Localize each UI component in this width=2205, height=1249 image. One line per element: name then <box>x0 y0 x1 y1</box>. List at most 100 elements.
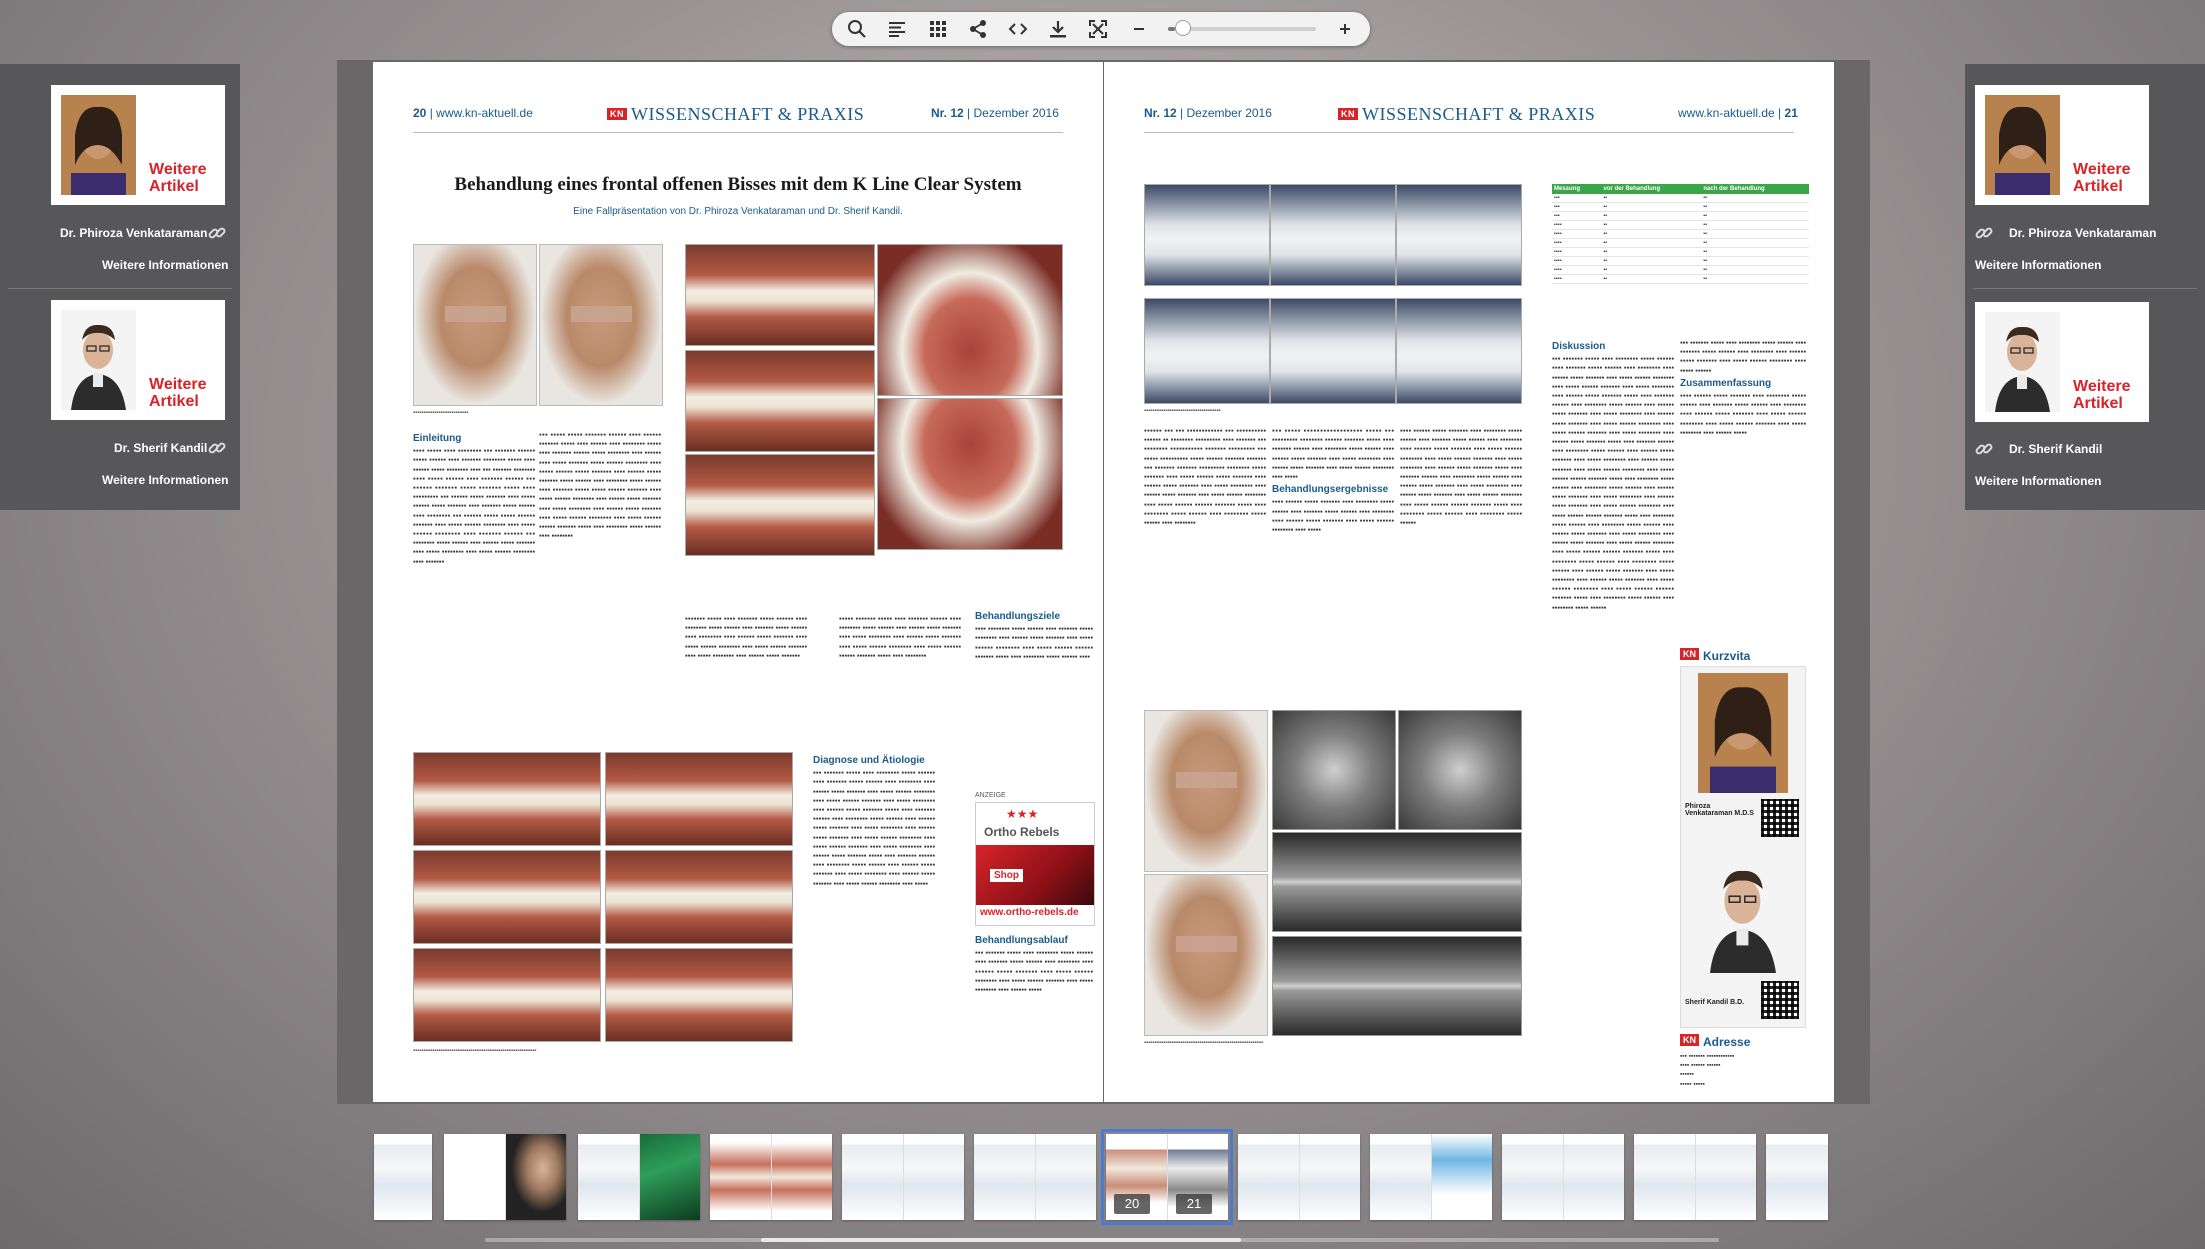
caption-2: ▪▪▪▪▪▪▪▪▪▪▪▪▪▪▪▪▪▪▪▪▪▪▪▪▪▪▪▪▪▪▪▪▪▪▪▪▪▪▪▪… <box>413 1048 537 1054</box>
model-photo <box>1144 298 1270 404</box>
divider <box>1973 288 2197 289</box>
section-heading: KN WISSENSCHAFT & PRAXIS <box>1338 104 1595 125</box>
address-text: ▪▪▪ ▪▪▪▪▪▪▪ ▪▪▪▪▪▪▪▪▪▪▪▪ ▪▪▪▪ ▪▪▪▪▪▪ ▪▪▪▪… <box>1680 1053 1735 1088</box>
page-21: Nr. 12 | Dezember 2016 KN WISSENSCHAFT & … <box>1104 62 1834 1102</box>
zoom-slider-fill <box>1167 27 1176 31</box>
link-icon[interactable] <box>208 439 226 457</box>
thumbnail[interactable] <box>374 1134 432 1220</box>
thumbnail-active[interactable]: 20 21 <box>1101 1129 1233 1225</box>
author-name[interactable]: Dr. Phiroza Venkataraman <box>60 226 207 240</box>
page-number: 20 <box>413 106 427 120</box>
kn-logo: KN <box>607 108 627 120</box>
more-articles-link[interactable]: Weitere Artikel <box>149 376 225 410</box>
intraoral-photo <box>605 752 793 846</box>
thumbnail[interactable] <box>578 1134 700 1220</box>
text-column: ▪▪▪▪ ▪▪▪▪▪▪ ▪▪▪▪▪ ▪▪▪▪▪▪▪ ▪▪▪▪ ▪▪▪▪▪▪▪▪ … <box>1400 426 1522 528</box>
author-name[interactable]: Dr. Sherif Kandil <box>114 441 207 455</box>
fullscreen-icon[interactable] <box>1087 17 1109 41</box>
thumbnail[interactable] <box>710 1134 832 1220</box>
caption-1: ▪▪▪▪▪▪▪▪▪▪▪▪▪▪▪▪▪▪▪▪▪▪▪▪▪▪ <box>413 410 469 416</box>
more-info-link[interactable]: Weitere Informationen <box>102 258 228 272</box>
issue-info: Nr. 12 | Dezember 2016 <box>1144 106 1272 120</box>
more-info-link[interactable]: Weitere Informationen <box>1975 474 2101 488</box>
link-icon[interactable] <box>208 224 226 242</box>
link-icon[interactable] <box>1975 440 1993 458</box>
text-column: ▪▪▪▪▪▪▪ ▪▪▪▪▪ ▪▪▪▪ ▪▪▪▪▪▪▪ ▪▪▪▪▪ ▪▪▪▪▪▪ … <box>685 614 807 660</box>
measurement-table: Messung vor der Behandlung nach der Behand… <box>1552 184 1809 284</box>
page-20: 20 | www.kn-aktuell.de KN WISSENSCHAFT & … <box>373 62 1103 1102</box>
patient-photo-profile <box>539 244 663 406</box>
xray-panoramic <box>1272 936 1522 1036</box>
thumbnail[interactable] <box>1370 1134 1492 1220</box>
thumbnail[interactable] <box>1766 1134 1828 1220</box>
embed-icon[interactable] <box>1007 17 1029 41</box>
patient-photo-profile <box>1144 874 1268 1036</box>
author-card[interactable]: Weitere Artikel <box>51 85 225 205</box>
more-articles-link[interactable]: Weitere Artikel <box>149 161 225 195</box>
thumbnail[interactable] <box>1238 1134 1360 1220</box>
viewer-toolbar <box>832 12 1370 46</box>
author-name[interactable]: Dr. Sherif Kandil <box>2009 442 2102 456</box>
star-icon: ★★★ <box>1006 807 1039 821</box>
model-photo <box>1270 184 1396 286</box>
author-photo-venkataraman <box>1698 673 1788 793</box>
author-photo-kandil <box>1698 853 1788 973</box>
thumbnail[interactable] <box>1634 1134 1756 1220</box>
vita-name: Sherif Kandil B.D. <box>1685 999 1745 1006</box>
thumbnail[interactable] <box>974 1134 1096 1220</box>
author-card[interactable]: Weitere Artikel <box>1975 302 2149 422</box>
intraoral-photo <box>685 350 875 452</box>
author-card[interactable]: Weitere Artikel <box>1975 85 2149 205</box>
intraoral-photo <box>685 454 875 556</box>
kurzvita-box: Phiroza Venkataraman M.D.S Sherif Kandil… <box>1680 666 1806 1028</box>
text-column: ▪▪▪ ▪▪▪▪▪ ▪▪▪▪▪▪▪▪▪▪▪▪▪▪▪▪▪▪ ▪▪▪▪▪ ▪▪▪ ▪… <box>1272 426 1394 535</box>
link-icon[interactable] <box>1975 224 1993 242</box>
divider <box>8 288 232 289</box>
more-info-link[interactable]: Weitere Informationen <box>102 473 228 487</box>
thumbnail-scrollbar[interactable] <box>485 1238 1719 1242</box>
intraoral-photo <box>413 850 601 944</box>
thumbnail-scrollbar-handle[interactable] <box>761 1238 1241 1242</box>
download-icon[interactable] <box>1047 17 1069 41</box>
author-name[interactable]: Dr. Phiroza Venkataraman <box>2009 226 2156 240</box>
thumb-page-number: 20 <box>1114 1194 1150 1214</box>
author-photo-kandil <box>61 310 136 410</box>
intraoral-photo <box>605 948 793 1042</box>
more-articles-link[interactable]: Weitere Artikel <box>2073 161 2149 195</box>
text-column: Diagnose und Ätiologie ▪▪▪ ▪▪▪▪▪▪▪ ▪▪▪▪▪… <box>813 755 935 888</box>
grid-icon[interactable] <box>926 17 948 41</box>
thumbnail[interactable] <box>1502 1134 1624 1220</box>
zoom-in-icon[interactable] <box>1334 17 1356 41</box>
more-info-link[interactable]: Weitere Informationen <box>1975 258 2101 272</box>
header-rule <box>1144 132 1794 133</box>
ortho-rebels-ad[interactable]: ★★★ Ortho Rebels Shop www.ortho-rebels.d… <box>975 802 1095 926</box>
vita-name: Phiroza Venkataraman M.D.S <box>1685 803 1754 817</box>
xray-ceph <box>1398 710 1522 830</box>
article-subtitle: Eine Fallpräsentation von Dr. Phiroza Ve… <box>573 206 903 217</box>
model-photo <box>1396 298 1522 404</box>
xray-ceph <box>1272 710 1396 830</box>
magazine-spread: 20 | www.kn-aktuell.de KN WISSENSCHAFT & … <box>337 60 1870 1104</box>
intraoral-photo <box>605 850 793 944</box>
more-articles-link[interactable]: Weitere Artikel <box>2073 378 2149 412</box>
thumbnail[interactable] <box>444 1134 566 1220</box>
intraoral-photo <box>685 244 875 346</box>
zoom-out-icon[interactable] <box>1128 17 1150 41</box>
author-photo-venkataraman <box>61 95 136 195</box>
author-card[interactable]: Weitere Artikel <box>51 300 225 420</box>
ad-url: www.ortho-rebels.de <box>980 907 1079 918</box>
article-title: Behandlung eines frontal offenen Bisses … <box>454 174 1022 195</box>
toc-icon[interactable] <box>886 17 908 41</box>
author-photo-kandil <box>1985 312 2060 412</box>
ad-label: ANZEIGE <box>975 792 1006 799</box>
thumbnail[interactable] <box>842 1134 964 1220</box>
search-icon[interactable] <box>846 17 868 41</box>
share-icon[interactable] <box>967 17 989 41</box>
qr-code[interactable] <box>1761 981 1799 1019</box>
intraoral-photo <box>877 244 1063 396</box>
intraoral-photo <box>413 948 601 1042</box>
text-column: ▪▪▪ ▪▪▪▪▪▪▪ ▪▪▪▪▪ ▪▪▪▪ ▪▪▪▪▪▪▪▪ ▪▪▪▪▪ ▪▪… <box>1680 338 1806 437</box>
zoom-slider-handle[interactable] <box>1175 20 1192 36</box>
qr-code[interactable] <box>1761 799 1799 837</box>
zoom-slider[interactable] <box>1167 20 1316 36</box>
